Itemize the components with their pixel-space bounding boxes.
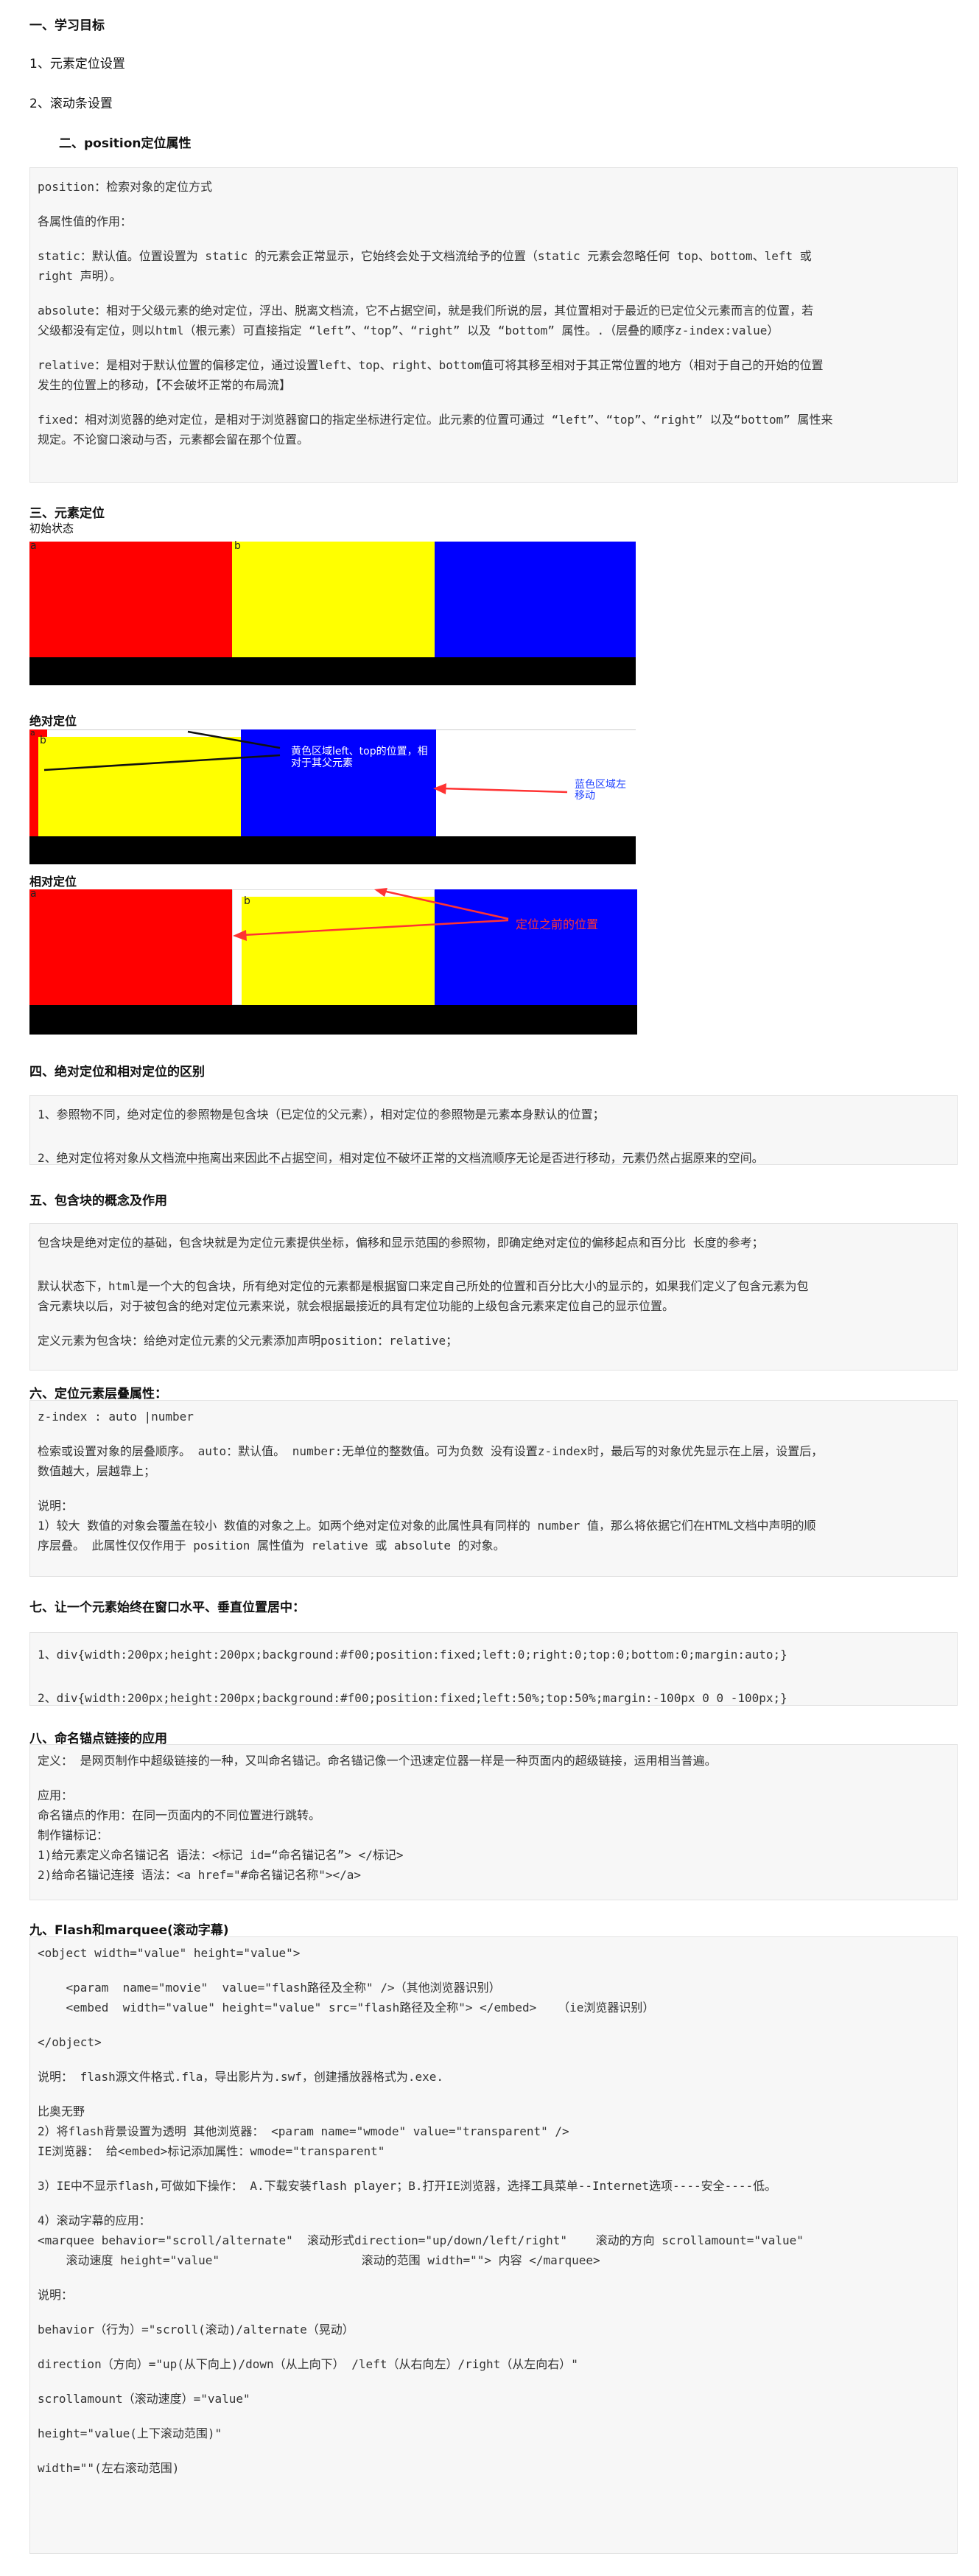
code-line: width=""(左右滚动范围) (38, 2461, 180, 2475)
arrow-head (374, 888, 387, 897)
code-line: 滚动速度 height="value" 滚动的范围 width=""> 内容 <… (38, 2253, 600, 2267)
section2-title: 二、position定位属性 (59, 136, 192, 151)
initial-state-figure: a b (29, 540, 636, 685)
section6-title: 六、定位元素层叠属性： (29, 1387, 167, 1401)
arrow-head (233, 930, 247, 941)
code-line: 检索或设置对象的层叠顺序。 auto：默认值。 number:无单位的整数值。可… (38, 1444, 824, 1458)
flash-marquee-box: <object width="value" height="value"> <p… (29, 1936, 958, 2554)
code-line: 定义： 是网页制作中超级链接的一种，又叫命名锚记。命名锚记像一个迅速定位器一样是… (38, 1754, 717, 1768)
code-line: 2、div{width:200px;height:200px;backgroun… (38, 1691, 787, 1705)
absolute-label: 绝对定位 (29, 714, 77, 728)
section3-title: 三、元素定位 (29, 506, 105, 521)
section1-title: 一、学习目标 (29, 18, 105, 33)
code-line: <param name="movie" value="flash路径及全称" /… (38, 1981, 501, 1995)
code-line: 序层叠。 此属性仅仅作用于 position 属性值为 relative 或 a… (38, 1539, 505, 1553)
z-index-box: z-index : auto |number 检索或设置对象的层叠顺序。 aut… (29, 1400, 958, 1577)
code-line: 制作锚标记： (38, 1828, 109, 1842)
code-line: 2)给命名锚记连接 语法：<a href="#命名锚记名称"></a> (38, 1868, 362, 1882)
code-line: <embed width="value" height="value" src=… (38, 2001, 655, 2015)
section7-title: 七、让一个元素始终在窗口水平、垂直位置居中： (29, 1600, 305, 1615)
code-line: 说明： (38, 2288, 74, 2302)
code-line: IE浏览器： 给<embed>标记添加属性：wmode="transparent… (38, 2144, 385, 2158)
section5-title: 五、包含块的概念及作用 (29, 1194, 167, 1208)
arrow-to-top (43, 754, 281, 771)
yellow-box-b: b (232, 540, 435, 657)
absolute-arrows-svg (43, 730, 568, 794)
initial-state-label: 初始状态 (29, 522, 74, 535)
code-line: height="value(上下滚动范围)" (38, 2426, 222, 2440)
code-line: relative：是相对于默认位置的偏移定位，通过设置left、top、righ… (38, 358, 824, 372)
code-line: 包含块是绝对定位的基础，包含块就是为定位元素提供坐标，偏移和显示范围的参照物，即… (38, 1236, 764, 1250)
blue-move-arrow (441, 787, 568, 794)
code-line: 2、绝对定位将对象从文档流中拖离出来因此不占据空间，相对定位不破坏正常的文档流顺… (38, 1151, 764, 1165)
relative-figure: a b 定位之前的位置 (29, 888, 637, 1037)
arrow-head (433, 783, 446, 794)
code-line: scrollamount（滚动速度）="value" (38, 2392, 250, 2406)
box-a-label: a (30, 540, 37, 552)
containing-block-box: 包含块是绝对定位的基础，包含块就是为定位元素提供坐标，偏移和显示范围的参照物，即… (29, 1223, 958, 1371)
code-line: static：默认值。位置设置为 static 的元素会正常显示，它始终会处于文… (38, 249, 812, 263)
relative-label: 相对定位 (29, 875, 77, 889)
code-line: 规定。不论窗口滚动与否，元素都会留在那个位置。 (38, 433, 309, 447)
code-line: 定义元素为包含块：给绝对定位元素的父元素添加声明position：relativ… (38, 1334, 458, 1348)
code-line: <object width="value" height="value"> (38, 1946, 301, 1960)
code-line: 命名锚点的作用：在同一页面内的不同位置进行跳转。 (38, 1808, 321, 1822)
code-line: 1、div{width:200px;height:200px;backgroun… (38, 1648, 787, 1662)
arrow-to-top (382, 889, 509, 920)
code-line: <marquee behavior="scroll/alternate" 滚动形… (38, 2233, 804, 2247)
code-line: fixed：相对浏览器的绝对定位，是相对于浏览器窗口的指定坐标进行定位。此元素的… (38, 413, 833, 427)
arrow-to-top-edge (187, 730, 281, 749)
code-line: 含元素块以后，对于被包含的绝对定位元素来说，就会根据最接近的具有定位功能的上级包… (38, 1299, 675, 1313)
code-line: 应用： (38, 1788, 74, 1802)
code-line: position：检索对象的定位方式 (38, 180, 213, 194)
code-line: 父级都没有定位，则以html（根元素）可直接指定 “left”、“top”、“r… (38, 323, 779, 337)
code-line: 说明： (38, 1499, 74, 1513)
centering-box: 1、div{width:200px;height:200px;backgroun… (29, 1632, 958, 1706)
relative-arrows-svg (233, 888, 509, 941)
anchor-box: 定义： 是网页制作中超级链接的一种，又叫命名锚记。命名锚记像一个迅速定位器一样是… (29, 1744, 958, 1900)
code-line: 1)给元素定义命名锚记名 语法：<标记 id=“命名锚记名”> </标记> (38, 1848, 404, 1862)
code-line: direction（方向）="up(从下向上)/down（从上向下） /left… (38, 2357, 578, 2371)
code-line: behavior（行为）="scroll(滚动)/alternate（晃动） (38, 2323, 354, 2337)
code-line: 默认状态下，html是一个大的包含块，所有绝对定位的元素都是根据窗口来定自己所处… (38, 1279, 809, 1293)
arrow-to-box-b (242, 919, 509, 937)
code-line: 1）较大 数值的对象会覆盖在较小 数值的对象之上。如两个绝对定位对象的此属性具有… (38, 1519, 816, 1533)
code-line: right 声明）。 (38, 269, 122, 283)
code-line: z-index : auto |number (38, 1410, 194, 1424)
code-line: 3）IE中不显示flash,可做如下操作： A.下载安装flash player… (38, 2179, 777, 2193)
section9-title: 九、Flash和marquee(滚动字幕) (29, 1923, 229, 1938)
objective-item-2: 2、滚动条设置 (29, 97, 113, 111)
code-line: 说明： flash源文件格式.fla，导出影片为.swf，创建播放器格式为.ex… (38, 2070, 444, 2084)
code-line: </object> (38, 2035, 102, 2049)
code-line: 各属性值的作用： (38, 214, 133, 228)
code-line: absolute：相对于父级元素的绝对定位，浮出、脱离文档流，它不占据空间，就是… (38, 304, 814, 318)
blue-box-c (435, 542, 636, 657)
code-line: 发生的位置上的移动，【不会破坏正常的布局流】 (38, 378, 292, 392)
code-line: 4）滚动字幕的应用： (38, 2213, 151, 2227)
red-box-a: a (29, 540, 232, 657)
black-bar (29, 657, 636, 685)
position-properties-box: position：检索对象的定位方式 各属性值的作用： static：默认值。位… (29, 167, 958, 483)
code-line: 2）将flash背景设置为透明 其他浏览器： <param name="wmod… (38, 2124, 569, 2138)
section4-title: 四、绝对定位和相对定位的区别 (29, 1065, 205, 1079)
absolute-figure: a b 黄色区域left、top的位置，相对于其父元素 蓝色区域左移动 (29, 728, 636, 866)
difference-box: 1、参照物不同，绝对定位的参照物是包含块（已定位的父元素），相对定位的参照物是元… (29, 1095, 958, 1165)
code-line: 1、参照物不同，绝对定位的参照物是包含块（已定位的父元素），相对定位的参照物是元… (38, 1107, 605, 1121)
objective-item-1: 1、元素定位设置 (29, 57, 125, 71)
box-b-label: b (234, 540, 241, 552)
code-line: 数值越大，层越靠上； (38, 1464, 156, 1478)
code-line: 比奥无野 (38, 2104, 85, 2118)
